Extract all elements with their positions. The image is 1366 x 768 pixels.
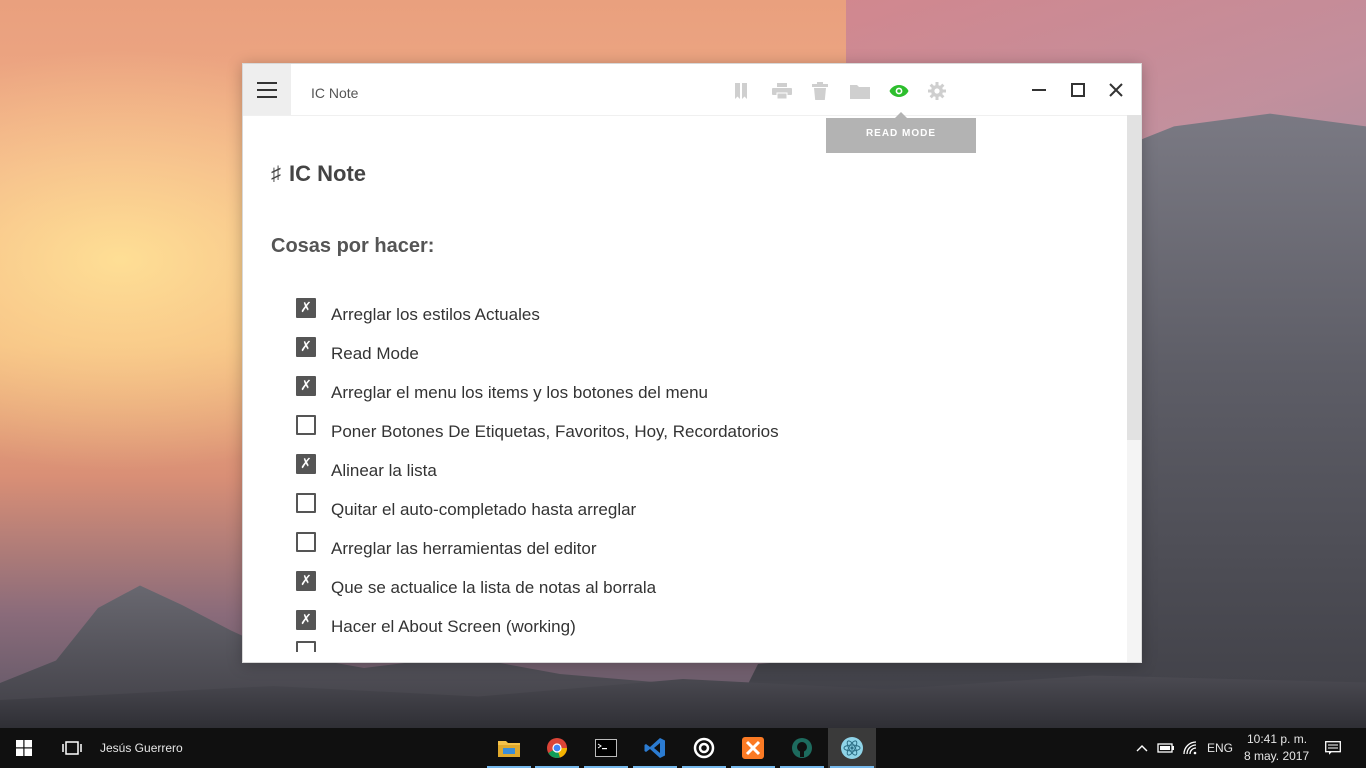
check-mark-icon: ✗ (300, 572, 312, 589)
todo-label: Alinear la lista (331, 461, 437, 480)
clock-date[interactable]: 8 may. 2017 (1244, 749, 1309, 763)
windows-logo-icon (16, 740, 32, 756)
bookmark-icon (735, 83, 747, 99)
minimize-icon (1032, 89, 1046, 91)
todo-item: ✗ Hacer el About Screen (working) (296, 602, 576, 637)
language-indicator[interactable]: ENG (1207, 741, 1233, 755)
task-view-icon (62, 741, 82, 755)
battery-icon (1157, 743, 1174, 753)
app-window: IC Note READ MODE ♯ IC Note Cosas por ha… (242, 63, 1142, 663)
trash-icon (812, 82, 828, 100)
chevron-up-icon (1136, 745, 1148, 752)
taskbar-terminal[interactable] (582, 728, 630, 768)
terminal-icon (595, 739, 617, 757)
todo-checkbox[interactable]: ✗ (296, 336, 316, 357)
check-mark-icon: ✗ (300, 299, 312, 316)
print-button[interactable] (772, 81, 792, 101)
close-button[interactable] (1105, 79, 1127, 101)
note-heading: ♯ IC Note (271, 161, 366, 187)
todo-checkbox[interactable]: ✗ (296, 453, 316, 474)
todo-label: Que se actualice la lista de notas al bo… (331, 578, 657, 597)
todo-item: ✗ Que se actualice la lista de notas al … (296, 563, 656, 598)
maximize-icon (1071, 83, 1085, 97)
delete-button[interactable] (810, 81, 830, 101)
todo-label: Arreglar los estilos Actuales (331, 305, 540, 324)
app-title: IC Note (311, 85, 359, 101)
check-mark-icon: ✗ (300, 377, 312, 394)
todo-checkbox[interactable]: ✗ (296, 570, 316, 591)
taskbar-chrome[interactable] (533, 728, 581, 768)
chrome-icon (547, 738, 567, 758)
todo-item: Quitar el auto-completado hasta arreglar (296, 485, 636, 520)
todo-label: Poner Botones De Etiquetas, Favoritos, H… (331, 422, 779, 441)
note-title: IC Note (289, 161, 366, 186)
settings-button[interactable] (927, 81, 947, 101)
scrollbar[interactable] (1127, 115, 1141, 662)
wifi-icon (1183, 741, 1197, 755)
heading-symbol: ♯ (271, 162, 281, 185)
vscode-icon (644, 738, 665, 758)
read-mode-button[interactable] (889, 81, 909, 101)
eye-icon (889, 85, 909, 97)
todo-item: ✗ Alinear la lista (296, 446, 437, 481)
todo-item: ✗ Read Mode (296, 329, 419, 364)
todo-checkbox[interactable] (296, 492, 316, 513)
user-name: Jesús Guerrero (100, 741, 183, 755)
network-button[interactable] (1180, 728, 1202, 768)
start-button[interactable] (0, 728, 48, 768)
github-icon (792, 738, 812, 758)
menu-button[interactable] (243, 64, 291, 115)
taskbar-file-explorer[interactable] (485, 728, 533, 768)
hamburger-icon (257, 81, 277, 98)
minimize-button[interactable] (1028, 79, 1050, 101)
note-content: ♯ IC Note Cosas por hacer: ✗ Arreglar lo… (271, 115, 1111, 652)
taskbar-github-desktop[interactable] (778, 728, 826, 768)
open-folder-button[interactable] (850, 81, 870, 101)
atom-icon (841, 737, 863, 759)
todo-label: Arreglar el menu los items y los botones… (331, 383, 709, 402)
section-title: Cosas por hacer: (271, 235, 435, 257)
todo-label: Arreglar las herramientas del editor (331, 539, 597, 558)
show-hidden-icons-button[interactable] (1133, 728, 1151, 768)
clock-time[interactable]: 10:41 p. m. (1247, 732, 1307, 746)
scrollbar-thumb[interactable] (1127, 115, 1141, 440)
action-center-button[interactable] (1318, 728, 1348, 768)
print-icon (772, 83, 792, 99)
maximize-button[interactable] (1067, 79, 1089, 101)
todo-label: Hacer el About Screen (working) (331, 617, 576, 636)
todo-item-partial (296, 641, 316, 652)
check-mark-icon: ✗ (300, 611, 312, 628)
todo-item: ✗ Arreglar los estilos Actuales (296, 290, 540, 325)
task-view-button[interactable] (48, 728, 96, 768)
notifications-icon (1325, 741, 1341, 755)
gear-icon (928, 82, 946, 100)
taskbar-app-circle[interactable] (680, 728, 728, 768)
close-icon (1109, 83, 1123, 97)
todo-checkbox[interactable] (296, 641, 316, 652)
check-mark-icon: ✗ (300, 455, 312, 472)
todo-item: Arreglar las herramientas del editor (296, 524, 597, 559)
battery-button[interactable] (1155, 728, 1177, 768)
todo-checkbox[interactable] (296, 531, 316, 552)
taskbar: Jesús Guerrero ENG 10:41 p. m. 8 may. 20… (0, 728, 1366, 768)
folder-icon (850, 85, 870, 99)
taskbar-ic-note[interactable] (828, 728, 876, 768)
circle-app-icon (693, 737, 715, 759)
todo-label: Read Mode (331, 344, 419, 363)
folder-icon (498, 741, 520, 757)
xampp-icon (742, 737, 764, 759)
todo-checkbox[interactable]: ✗ (296, 375, 316, 396)
todo-label: Quitar el auto-completado hasta arreglar (331, 500, 637, 519)
todo-checkbox[interactable] (296, 414, 316, 435)
todo-item: Poner Botones De Etiquetas, Favoritos, H… (296, 407, 779, 442)
bookmark-button[interactable] (731, 81, 751, 101)
taskbar-xampp[interactable] (729, 728, 777, 768)
title-bar: IC Note (243, 64, 1141, 116)
todo-item: ✗ Arreglar el menu los items y los boton… (296, 368, 708, 403)
check-mark-icon: ✗ (300, 338, 312, 355)
taskbar-vscode[interactable] (631, 728, 679, 768)
todo-checkbox[interactable]: ✗ (296, 297, 316, 318)
todo-checkbox[interactable]: ✗ (296, 609, 316, 630)
